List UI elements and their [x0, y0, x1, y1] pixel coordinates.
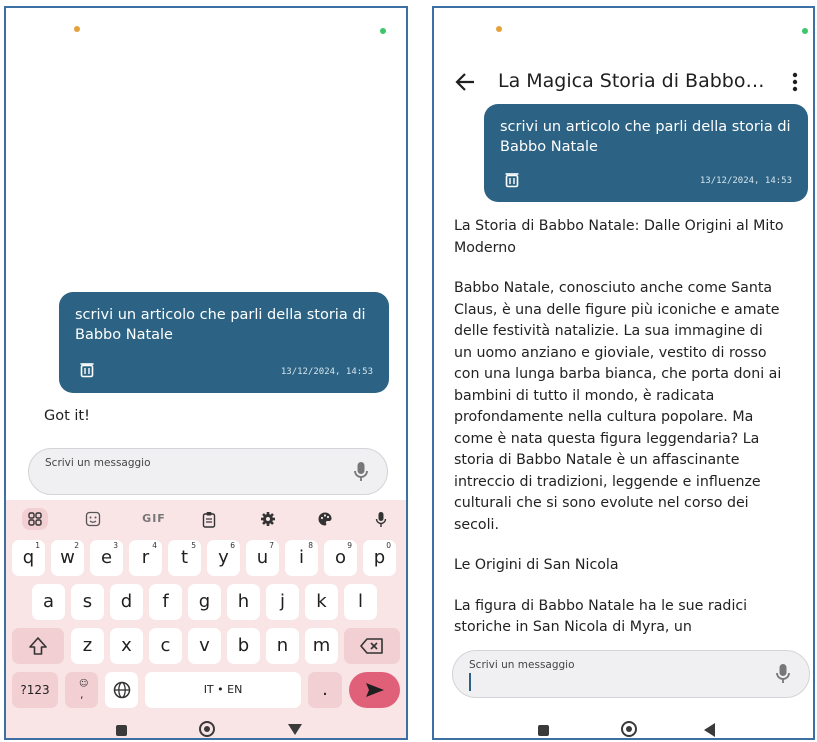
key-p[interactable]: p0 [363, 540, 396, 576]
apps-icon[interactable] [22, 508, 48, 530]
key-a[interactable]: a [32, 584, 65, 620]
symbols-key[interactable]: ?123 [12, 672, 58, 708]
system-navigation-bar [434, 712, 813, 738]
svg-text:,: , [80, 688, 84, 701]
more-options-icon[interactable] [792, 72, 798, 96]
key-o[interactable]: o9 [324, 540, 357, 576]
message-input[interactable]: Scrivi un messaggio [452, 650, 810, 698]
home-button[interactable] [621, 721, 637, 737]
key-c[interactable]: c [149, 628, 182, 664]
sticker-icon[interactable] [80, 508, 106, 530]
back-arrow-icon[interactable] [454, 71, 476, 97]
key-g[interactable]: g [188, 584, 221, 620]
article-viewport[interactable]: La Storia di Babbo Natale: Dalle Origini… [434, 216, 813, 634]
emoji-key[interactable]: ☺, [65, 672, 98, 708]
key-j[interactable]: j [266, 584, 299, 620]
palette-icon[interactable] [312, 508, 338, 530]
gif-button[interactable]: GIF [137, 508, 171, 530]
message-input[interactable]: Scrivi un messaggio [28, 448, 388, 495]
key-w[interactable]: w2 [51, 540, 84, 576]
mic-icon[interactable] [353, 461, 369, 487]
key-l[interactable]: l [344, 584, 377, 620]
message-input-placeholder: Scrivi un messaggio [45, 457, 151, 469]
user-message-bubble: scrivi un articolo che parli della stori… [59, 292, 389, 393]
key-i[interactable]: i8 [285, 540, 318, 576]
status-indicator-dot [802, 28, 808, 34]
settings-icon[interactable] [255, 508, 281, 530]
article-paragraph: La figura di Babbo Natale ha le sue radi… [454, 597, 748, 635]
recents-button[interactable] [116, 725, 127, 736]
user-message-text: scrivi un articolo che parli della stori… [75, 307, 366, 343]
language-globe-key[interactable] [105, 672, 138, 708]
send-key[interactable] [349, 672, 400, 708]
status-app-icon [74, 26, 80, 32]
key-m[interactable]: m [305, 628, 338, 664]
delete-icon[interactable] [79, 362, 95, 378]
system-navigation-bar [6, 712, 406, 738]
key-f[interactable]: f [149, 584, 182, 620]
user-message-text: scrivi un articolo che parli della stori… [500, 119, 791, 155]
user-message-bubble: scrivi un articolo che parli della stori… [484, 104, 808, 202]
page-title: La Magica Storia di Babbo… [498, 70, 765, 92]
right-phone-screen: La Magica Storia di Babbo… scrivi un art… [432, 6, 815, 740]
left-phone-screen: scrivi un articolo che parli della stori… [4, 6, 408, 740]
back-button[interactable] [704, 723, 715, 737]
key-y[interactable]: y6 [207, 540, 240, 576]
message-timestamp: 13/12/2024, 14:53 [280, 367, 373, 377]
home-button[interactable] [199, 721, 215, 737]
key-z[interactable]: z [71, 628, 104, 664]
article-paragraph: Babbo Natale, conosciuto anche come Sant… [454, 280, 782, 533]
clipboard-icon[interactable] [196, 508, 222, 530]
article-subheading: Le Origini di San Nicola [454, 557, 619, 573]
key-n[interactable]: n [266, 628, 299, 664]
text-cursor [469, 673, 471, 691]
shift-key[interactable] [12, 628, 64, 664]
key-r[interactable]: r4 [129, 540, 162, 576]
assistant-article: La Storia di Babbo Natale: Dalle Origini… [454, 216, 784, 634]
soft-keyboard: GIF q1 w2 e3 r4 t5 y6 u7 i8 o9 p0 a s d … [6, 500, 406, 712]
status-indicator-dot [380, 28, 386, 34]
key-t[interactable]: t5 [168, 540, 201, 576]
delete-icon[interactable] [504, 172, 520, 188]
key-v[interactable]: v [188, 628, 221, 664]
article-heading: La Storia di Babbo Natale: Dalle Origini… [454, 218, 784, 256]
key-u[interactable]: u7 [246, 540, 279, 576]
recents-button[interactable] [538, 725, 549, 736]
key-d[interactable]: d [110, 584, 143, 620]
space-bar[interactable]: IT • EN [145, 672, 301, 708]
key-h[interactable]: h [227, 584, 260, 620]
key-e[interactable]: e3 [90, 540, 123, 576]
period-key[interactable]: . [308, 672, 342, 708]
message-input-placeholder: Scrivi un messaggio [469, 659, 575, 671]
keyboard-mic-icon[interactable] [368, 508, 394, 530]
message-timestamp: 13/12/2024, 14:53 [699, 176, 792, 186]
key-x[interactable]: x [110, 628, 143, 664]
key-s[interactable]: s [71, 584, 104, 620]
backspace-key[interactable] [344, 628, 400, 664]
hide-keyboard-button[interactable] [288, 724, 302, 735]
bot-reply-text: Got it! [44, 408, 90, 424]
key-b[interactable]: b [227, 628, 260, 664]
status-app-icon [496, 26, 502, 32]
key-k[interactable]: k [305, 584, 338, 620]
key-q[interactable]: q1 [12, 540, 45, 576]
mic-icon[interactable] [775, 663, 791, 689]
